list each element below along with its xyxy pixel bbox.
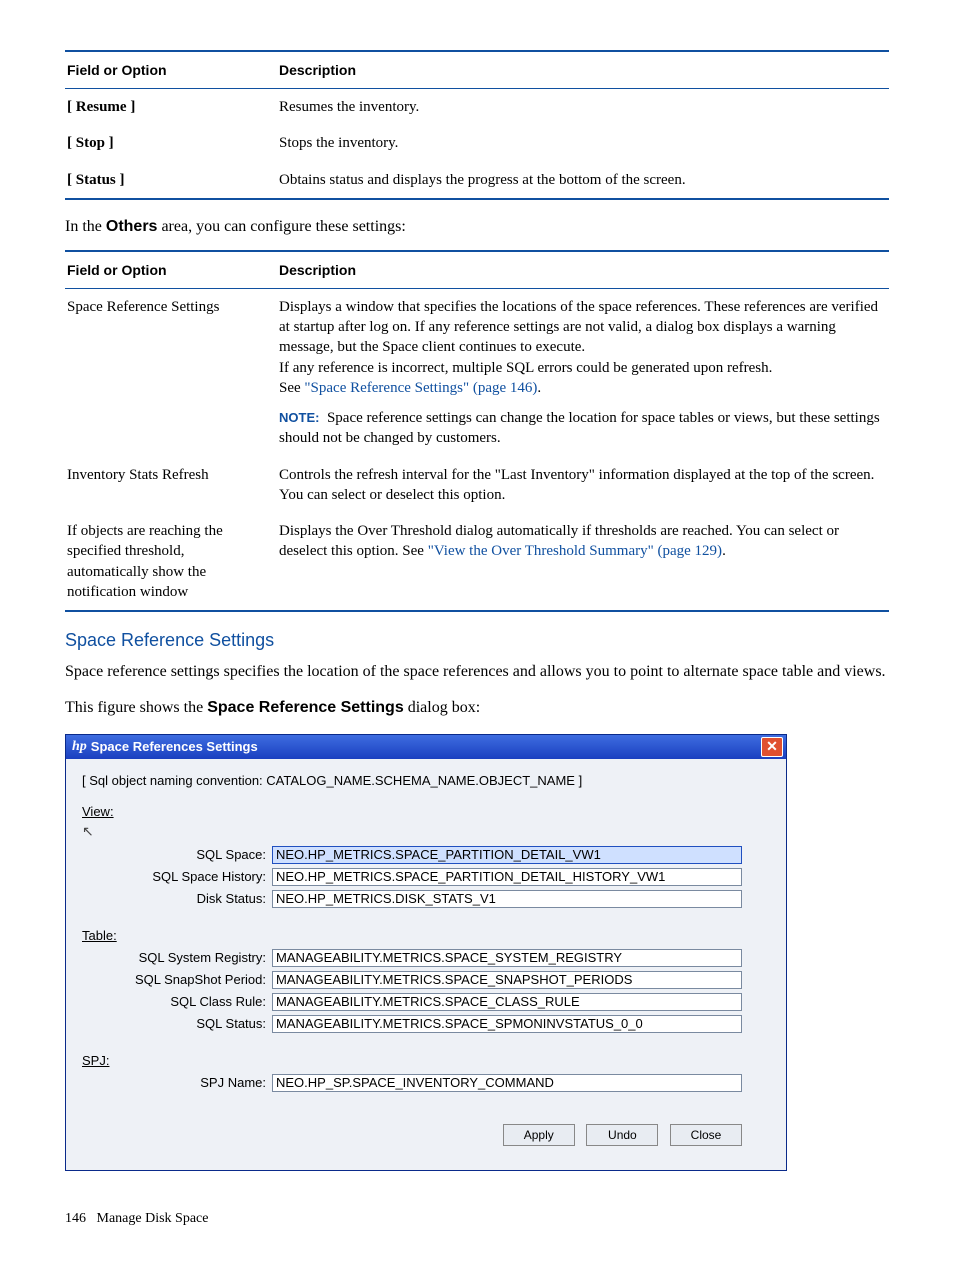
desc-cell: Resumes the inventory.: [277, 89, 889, 126]
sqlstatus-input[interactable]: [272, 1015, 742, 1033]
field-cell: If objects are reaching the specified th…: [65, 513, 277, 611]
snapshot-input[interactable]: [272, 971, 742, 989]
page-footer: 146 Manage Disk Space: [65, 1211, 889, 1227]
para-1: Space reference settings specifies the l…: [65, 661, 889, 683]
table-header-row: Field or Option Description: [65, 251, 889, 289]
spjname-row: SPJ Name:: [80, 1074, 772, 1092]
dialog-button-row: Apply Undo Close: [80, 1096, 772, 1156]
naming-convention-text: [ Sql object naming convention: CATALOG_…: [82, 773, 772, 788]
col-desc: Description: [277, 251, 889, 289]
classrule-label: SQL Class Rule:: [80, 994, 272, 1009]
sql-space-row: SQL Space:: [80, 846, 772, 864]
over-threshold-link[interactable]: "View the Over Threshold Summary" (page …: [428, 543, 722, 559]
col-field: Field or Option: [65, 51, 277, 89]
table-row: [ Stop ] Stops the inventory.: [65, 125, 889, 161]
desc-cell: Displays a window that specifies the loc…: [277, 288, 889, 456]
sql-space-label: SQL Space:: [80, 847, 272, 862]
desc-cell: Controls the refresh interval for the "L…: [277, 457, 889, 514]
hp-logo: hp: [72, 739, 87, 755]
col-field: Field or Option: [65, 251, 277, 289]
page-number: 146: [65, 1211, 86, 1226]
inventory-options-table: Field or Option Description [ Resume ] R…: [65, 50, 889, 200]
table-row: If objects are reaching the specified th…: [65, 513, 889, 611]
table-row: Inventory Stats Refresh Controls the ref…: [65, 457, 889, 514]
classrule-row: SQL Class Rule:: [80, 993, 772, 1011]
disk-status-label: Disk Status:: [80, 891, 272, 906]
snapshot-label: SQL SnapShot Period:: [80, 972, 272, 987]
desc-cell: Obtains status and displays the progress…: [277, 162, 889, 199]
view-section-label: View:: [82, 804, 772, 819]
sql-space-input[interactable]: [272, 846, 742, 864]
sql-history-input[interactable]: [272, 868, 742, 886]
footer-title: Manage Disk Space: [97, 1211, 209, 1226]
sysreg-input[interactable]: [272, 949, 742, 967]
space-ref-settings-link[interactable]: "Space Reference Settings" (page 146): [304, 380, 537, 396]
note-label: NOTE:: [279, 410, 319, 425]
section-heading: Space Reference Settings: [65, 630, 889, 651]
dialog-title: Space References Settings: [91, 739, 258, 754]
table-row: [ Status ] Obtains status and displays t…: [65, 162, 889, 199]
snapshot-row: SQL SnapShot Period:: [80, 971, 772, 989]
close-button[interactable]: Close: [670, 1124, 742, 1146]
spj-section-label: SPJ:: [82, 1053, 772, 1068]
undo-button[interactable]: Undo: [586, 1124, 658, 1146]
spjname-label: SPJ Name:: [80, 1075, 272, 1090]
others-intro: In the Others area, you can configure th…: [65, 218, 889, 236]
others-settings-table: Field or Option Description Space Refere…: [65, 250, 889, 612]
sysreg-label: SQL System Registry:: [80, 950, 272, 965]
classrule-input[interactable]: [272, 993, 742, 1011]
table-row: [ Resume ] Resumes the inventory.: [65, 89, 889, 126]
cursor-icon: ↖: [82, 823, 94, 840]
table-header-row: Field or Option Description: [65, 51, 889, 89]
close-icon[interactable]: ✕: [761, 737, 783, 757]
sqlstatus-label: SQL Status:: [80, 1016, 272, 1031]
field-cell: Inventory Stats Refresh: [65, 457, 277, 514]
field-cell: [ Status ]: [65, 162, 277, 199]
desc-cell: Stops the inventory.: [277, 125, 889, 161]
spjname-input[interactable]: [272, 1074, 742, 1092]
table-row: Space Reference Settings Displays a wind…: [65, 288, 889, 456]
desc-cell: Displays the Over Threshold dialog autom…: [277, 513, 889, 611]
field-cell: [ Resume ]: [65, 89, 277, 126]
disk-status-row: Disk Status:: [80, 890, 772, 908]
dialog-titlebar[interactable]: hp Space References Settings ✕: [66, 735, 786, 759]
para-2: This figure shows the Space Reference Se…: [65, 697, 889, 719]
col-desc: Description: [277, 51, 889, 89]
apply-button[interactable]: Apply: [503, 1124, 575, 1146]
sqlstatus-row: SQL Status:: [80, 1015, 772, 1033]
sql-history-label: SQL Space History:: [80, 869, 272, 884]
field-cell: [ Stop ]: [65, 125, 277, 161]
table-section-label: Table:: [82, 928, 772, 943]
field-cell: Space Reference Settings: [65, 288, 277, 456]
disk-status-input[interactable]: [272, 890, 742, 908]
sysreg-row: SQL System Registry:: [80, 949, 772, 967]
space-references-dialog: hp Space References Settings ✕ [ Sql obj…: [65, 734, 787, 1171]
sql-history-row: SQL Space History:: [80, 868, 772, 886]
